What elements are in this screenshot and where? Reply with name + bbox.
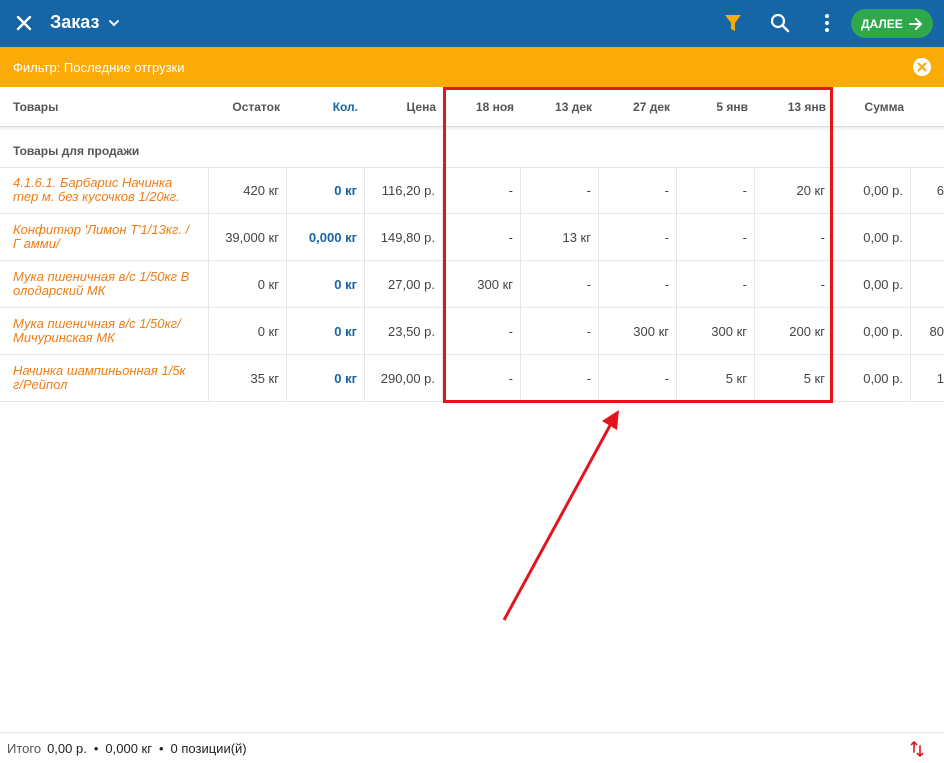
footer-separator: • [158,740,164,756]
footer-label: Итого [7,740,42,756]
annotation-arrow [502,410,619,621]
sort-icon[interactable] [910,741,924,757]
footer-separator: • [93,740,99,756]
footer-total-sum: 0,00 р. [47,740,87,756]
footer-totals: Итого 0,00 р. • 0,000 кг • 0 позиции(й) [0,732,944,763]
footer-positions: 0 позиции(й) [170,740,247,756]
footer-total-weight: 0,000 кг [105,740,152,756]
